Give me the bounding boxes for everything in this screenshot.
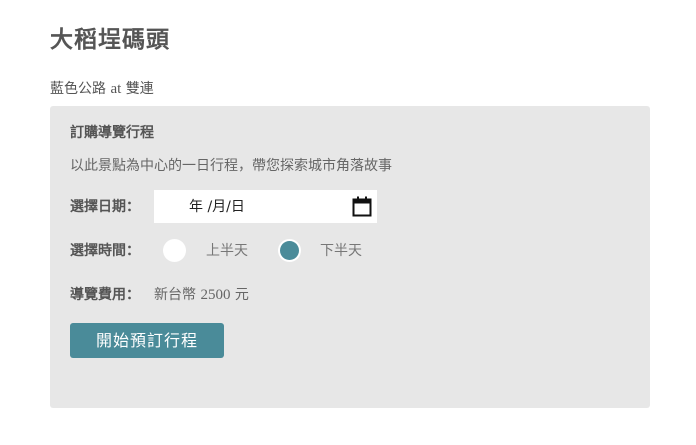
fee-value: 新台幣 2500 元 [154,285,249,305]
page-title: 大稻埕碼頭 [50,27,170,53]
date-label: 選擇日期： [70,199,140,215]
page-subtitle: 藍色公路 at 雙連 [50,79,154,99]
booking-heading: 訂購導覽行程 [70,125,154,141]
page: 大稻埕碼頭 藍色公路 at 雙連 訂購導覽行程 以此景點為中心的一日行程，帶您探… [0,0,696,445]
radio-second-half-label[interactable]: 下半天 [320,241,362,261]
radio-first-half[interactable] [163,239,186,262]
radio-second-half[interactable] [278,239,301,262]
date-input[interactable]: 年 /月/日 [154,190,377,223]
booking-description: 以此景點為中心的一日行程，帶您探索城市角落故事 [70,158,392,174]
subtitle-route: 藍色公路 [50,81,106,97]
date-placeholder[interactable]: 年 /月/日 [189,197,245,217]
fee-amount: 2500 [200,287,231,303]
fee-unit: 元 [234,287,249,303]
radio-first-half-label[interactable]: 上半天 [206,241,248,261]
subtitle-place: 雙連 [125,81,154,97]
fee-label: 導覽費用： [70,287,140,303]
booking-panel: 訂購導覽行程 以此景點為中心的一日行程，帶您探索城市角落故事 選擇日期： 年 /… [50,106,650,408]
fee-prefix: 新台幣 [154,287,196,303]
subtitle-at: at [110,81,122,97]
start-booking-button[interactable]: 開始預訂行程 [70,323,224,358]
time-label: 選擇時間： [70,243,140,259]
calendar-icon[interactable] [352,196,372,217]
